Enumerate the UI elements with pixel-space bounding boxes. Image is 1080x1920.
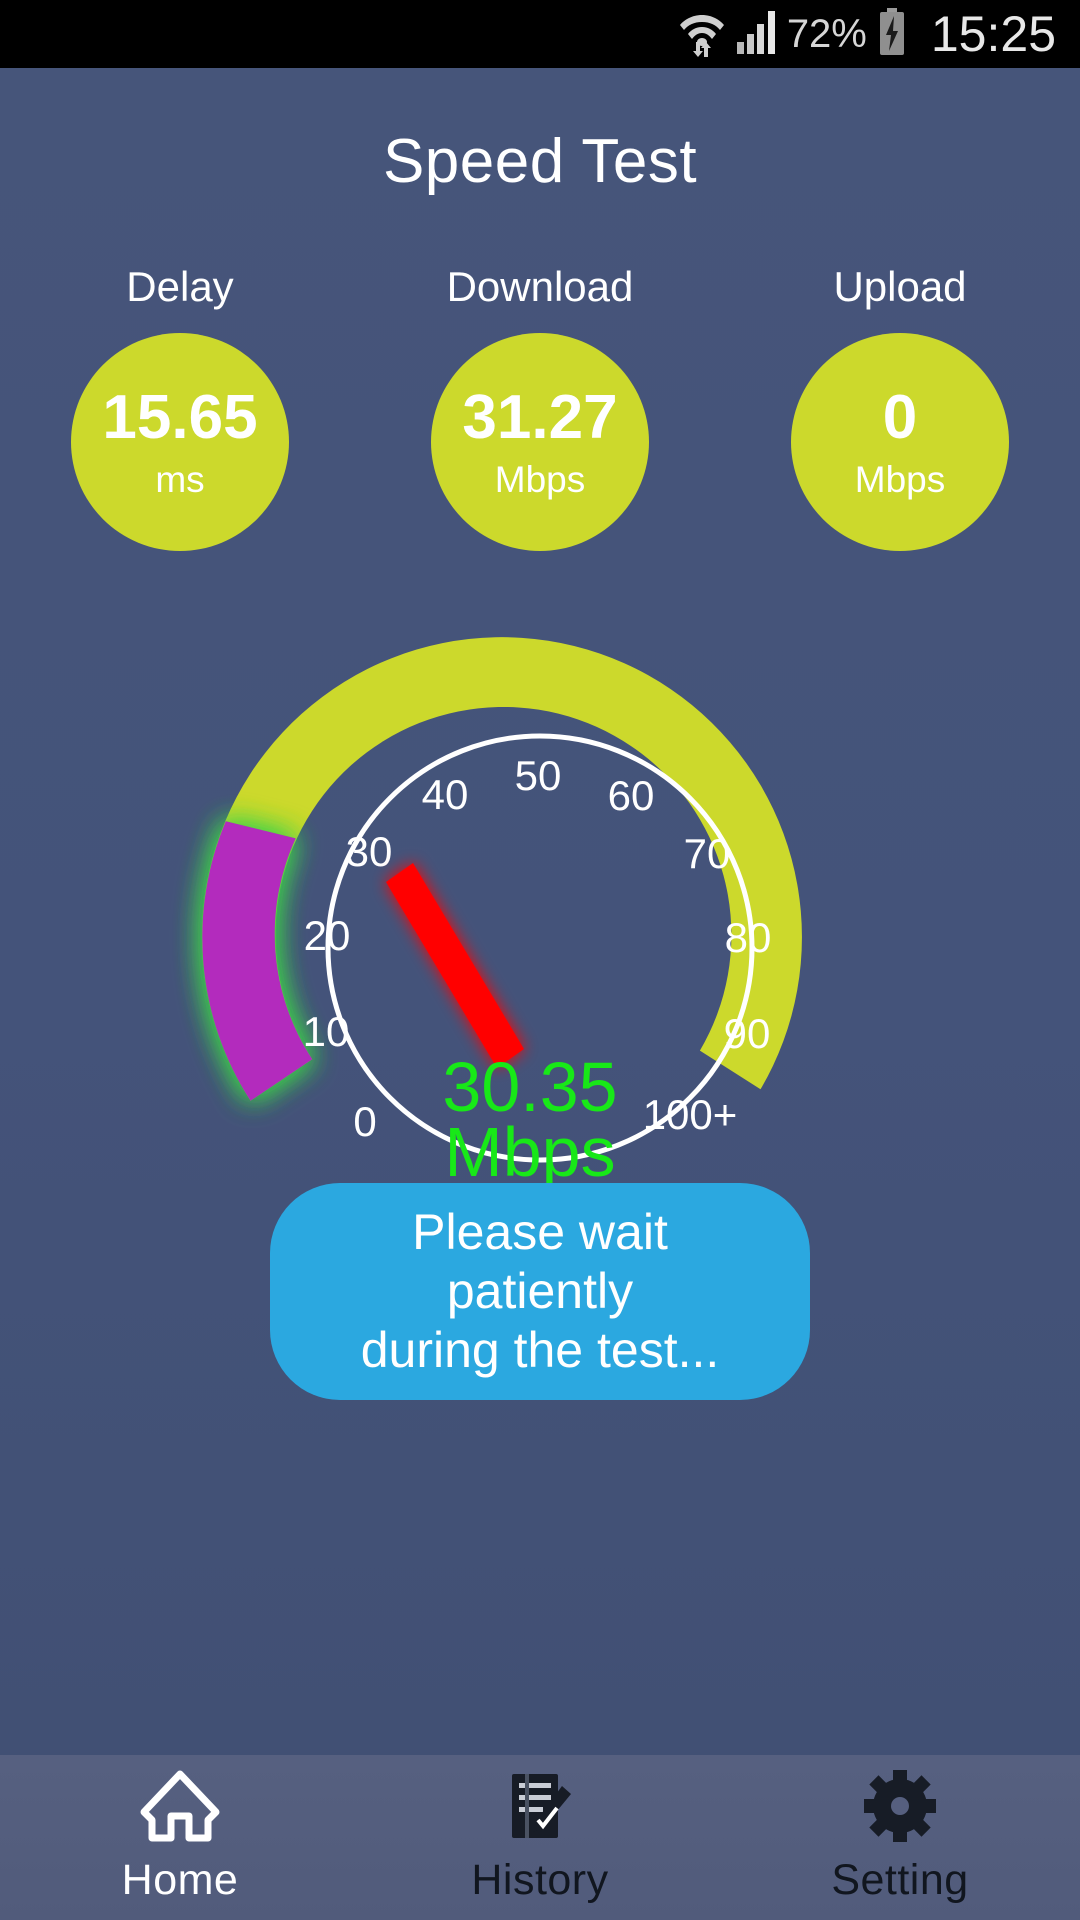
speed-gauge: 0 10 20 30 40 50 60 70 80 90 100+ 30.35 … xyxy=(60,548,1020,1188)
wifi-transfer-icon xyxy=(679,6,725,63)
stat-download-unit: Mbps xyxy=(494,458,586,500)
gauge-tick-40: 40 xyxy=(422,771,469,818)
page-title: Speed Test xyxy=(382,127,698,196)
status-bar-clock: 15:25 xyxy=(930,6,1056,62)
stat-delay-value: 15.65 xyxy=(102,382,258,452)
stat-delay-label: Delay xyxy=(126,263,234,310)
signal-bars-icon xyxy=(735,9,777,60)
stat-download: Download 31.27 Mbps xyxy=(390,263,690,551)
gauge-progress-fill xyxy=(202,821,313,1101)
stat-download-value: 31.27 xyxy=(462,382,618,452)
stat-upload-value: 0 xyxy=(882,382,918,452)
stat-upload: Upload 0 Mbps xyxy=(750,263,1050,551)
battery-charging-icon xyxy=(877,7,907,61)
stat-delay-unit: ms xyxy=(155,458,205,500)
status-message-text: Please wait patiently during the test... xyxy=(360,1204,720,1378)
stat-delay: Delay 15.65 ms xyxy=(30,263,330,551)
nav-item-history-label: History xyxy=(471,1856,609,1904)
gauge-needle xyxy=(386,863,524,1068)
gauge-tick-50: 50 xyxy=(515,752,562,799)
app-screen: Speed Test Delay 15.65 ms Download 31.27… xyxy=(0,68,1080,1755)
nav-item-home[interactable]: Home xyxy=(0,1755,360,1920)
stat-download-label: Download xyxy=(446,263,634,310)
nav-item-setting[interactable]: Setting xyxy=(720,1755,1080,1920)
gauge-tick-0: 0 xyxy=(353,1098,376,1145)
status-bar: 72% 15:25 xyxy=(0,0,1080,68)
gear-icon xyxy=(862,1770,938,1842)
gauge-tick-20: 20 xyxy=(304,912,351,959)
nav-item-history[interactable]: History xyxy=(360,1755,720,1920)
stat-delay-bubble: 15.65 ms xyxy=(71,333,289,551)
gauge-tick-30: 30 xyxy=(346,828,393,875)
stat-upload-bubble: 0 Mbps xyxy=(791,333,1009,551)
status-bar-icons: 72% 15:25 xyxy=(679,5,1056,63)
nav-item-setting-label: Setting xyxy=(831,1856,969,1904)
gauge-tick-60: 60 xyxy=(608,772,655,819)
status-message-pill[interactable]: Please wait patiently during the test... xyxy=(270,1183,810,1400)
gauge-tick-90: 90 xyxy=(724,1010,771,1057)
bottom-navigation: Home History Setting xyxy=(0,1755,1080,1920)
home-icon xyxy=(140,1770,220,1842)
stat-upload-label: Upload xyxy=(833,263,967,310)
history-icon xyxy=(502,1770,578,1842)
gauge-tick-10: 10 xyxy=(303,1008,350,1055)
gauge-readout-unit: Mbps xyxy=(444,1113,615,1188)
stats-row: Delay 15.65 ms Download 31.27 Mbps Uploa… xyxy=(0,263,1080,551)
stat-upload-unit: Mbps xyxy=(854,458,946,500)
nav-item-home-label: Home xyxy=(121,1856,239,1904)
stat-download-bubble: 31.27 Mbps xyxy=(431,333,649,551)
gauge-tick-80: 80 xyxy=(725,914,772,961)
battery-percent-label: 72% xyxy=(786,11,867,56)
gauge-readout: 30.35 Mbps xyxy=(442,1048,617,1188)
gauge-tick-100: 100+ xyxy=(643,1091,738,1138)
gauge-tick-70: 70 xyxy=(684,830,731,877)
